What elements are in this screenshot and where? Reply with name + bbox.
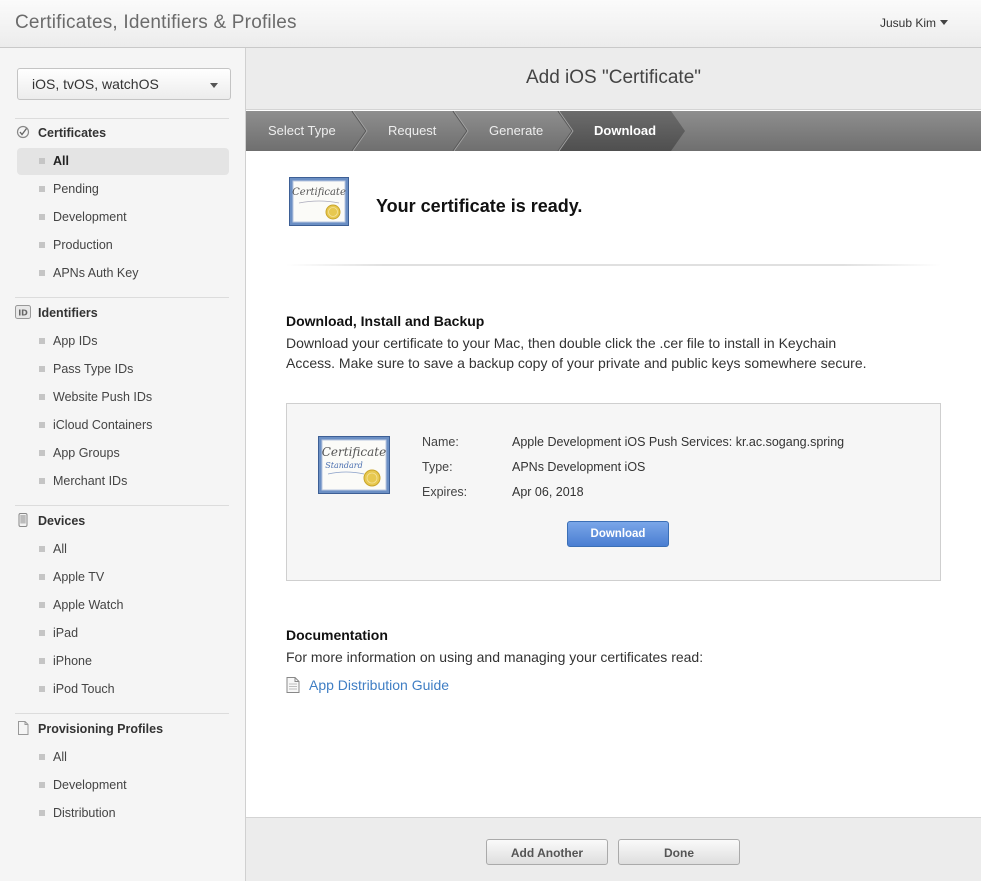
section-certificates-title: Certificates — [38, 126, 107, 140]
documentation-heading: Documentation — [286, 627, 388, 643]
certificate-icon-text: Certificate — [292, 187, 346, 198]
download-section-heading: Download, Install and Backup — [286, 313, 485, 329]
download-button[interactable]: Download — [567, 521, 669, 547]
sidebar-item-pass-type-ids[interactable]: Pass Type IDs — [17, 356, 229, 383]
app-distribution-guide-label: App Distribution Guide — [309, 677, 450, 693]
section-identifiers-title: Identifiers — [38, 306, 98, 320]
sidebar-item-ipod-touch[interactable]: iPod Touch — [17, 676, 229, 703]
certificate-ready-message: Your certificate is ready. — [376, 196, 583, 216]
certificate-standard-icon: Certificate Standard — [318, 436, 390, 494]
certificate-details-panel: Certificate Standard Name: Apple Develop… — [286, 403, 941, 581]
sidebar-item-app-groups[interactable]: App Groups — [17, 440, 229, 467]
sidebar-item-profiles-distribution[interactable]: Distribution — [17, 800, 229, 827]
section-identifiers: ID Identifiers — [15, 305, 98, 325]
sidebar-item-app-ids[interactable]: App IDs — [17, 328, 229, 355]
sidebar-item-certificates-pending[interactable]: Pending — [17, 176, 229, 203]
section-certificates: Certificates — [15, 125, 106, 145]
main-header: Add iOS "Certificate" — [246, 48, 981, 110]
id-badge-icon: ID — [15, 305, 31, 319]
download-instructions-line-2: Access. Make sure to save a backup copy … — [286, 355, 867, 371]
sidebar-item-iphone[interactable]: iPhone — [17, 648, 229, 675]
add-another-button[interactable]: Add Another — [486, 839, 608, 865]
sidebar-item-certificates-all[interactable]: All — [17, 148, 229, 175]
sidebar-divider — [15, 118, 229, 119]
section-devices-title: Devices — [38, 514, 86, 528]
user-name: Jusub Kim — [879, 16, 936, 30]
certificate-seal-icon — [16, 125, 30, 139]
sidebar: iOS, tvOS, watchOS Certificates All Pend… — [0, 48, 246, 881]
certificate-expires-value: Apr 06, 2018 — [512, 485, 584, 499]
certificate-icon: Certificate — [289, 177, 349, 226]
sidebar-item-certificates-production[interactable]: Production — [17, 232, 229, 259]
sidebar-item-certificates-development[interactable]: Development — [17, 204, 229, 231]
step-separator — [351, 111, 367, 151]
certificate-name-label: Name: — [422, 435, 459, 449]
main-content: Certificate Your certificate is ready. D… — [246, 151, 981, 817]
sidebar-item-profiles-development[interactable]: Development — [17, 772, 229, 799]
platform-select[interactable]: iOS, tvOS, watchOS — [17, 68, 231, 100]
app-title: Certificates, Identifiers & Profiles — [15, 12, 297, 33]
app-distribution-guide-link[interactable]: App Distribution Guide — [286, 677, 449, 693]
content-divider — [286, 264, 941, 266]
certificate-icon-title: Certificate — [322, 445, 386, 459]
sidebar-item-apple-tv[interactable]: Apple TV — [17, 564, 229, 591]
step-separator — [452, 111, 468, 151]
chevron-down-icon — [940, 20, 948, 25]
section-provisioning-profiles: Provisioning Profiles — [15, 721, 163, 741]
sidebar-item-apns-auth-key[interactable]: APNs Auth Key — [17, 260, 229, 287]
sidebar-item-profiles-all[interactable]: All — [17, 744, 229, 771]
section-profiles-title: Provisioning Profiles — [38, 722, 164, 736]
sidebar-divider — [15, 297, 229, 298]
chevron-down-icon — [210, 83, 218, 88]
sidebar-divider — [15, 505, 229, 506]
documentation-text: For more information on using and managi… — [286, 649, 704, 665]
download-instructions-line-1: Download your certificate to your Mac, t… — [286, 335, 837, 351]
top-bar: Certificates, Identifiers & Profiles Jus… — [0, 0, 981, 48]
step-select-type: Select Type — [268, 123, 336, 138]
platform-select-value: iOS, tvOS, watchOS — [32, 76, 159, 92]
page-title: Add iOS "Certificate" — [525, 67, 702, 88]
sidebar-item-icloud-containers[interactable]: iCloud Containers — [17, 412, 229, 439]
certificate-expires-label: Expires: — [422, 485, 468, 499]
sidebar-divider — [15, 713, 229, 714]
id-badge-text: ID — [18, 309, 28, 318]
document-icon — [18, 721, 29, 735]
document-icon — [286, 677, 300, 693]
step-generate: Generate — [489, 123, 544, 138]
sidebar-item-ipad[interactable]: iPad — [17, 620, 229, 647]
footer-bar: Add Another Done — [246, 817, 981, 881]
certificate-name-value: Apple Development iOS Push Services: kr.… — [512, 435, 845, 449]
user-menu[interactable]: Jusub Kim — [880, 16, 948, 30]
certificate-type-label: Type: — [422, 460, 453, 474]
sidebar-item-merchant-ids[interactable]: Merchant IDs — [17, 468, 229, 495]
device-phone-icon — [18, 513, 28, 527]
step-request: Request — [388, 123, 437, 138]
sidebar-item-apple-watch[interactable]: Apple Watch — [17, 592, 229, 619]
sidebar-item-devices-all[interactable]: All — [17, 536, 229, 563]
step-download: Download — [594, 123, 657, 138]
step-separator — [352, 111, 368, 151]
certificate-icon-subtitle: Standard — [325, 461, 362, 470]
certificate-type-value: APNs Development iOS — [512, 460, 646, 474]
section-devices: Devices — [15, 513, 85, 533]
done-button[interactable]: Done — [618, 839, 740, 865]
sidebar-item-website-push-ids[interactable]: Website Push IDs — [17, 384, 229, 411]
step-separator — [453, 111, 469, 151]
step-progress-bar: Select Type Request Generate Download — [246, 111, 981, 151]
